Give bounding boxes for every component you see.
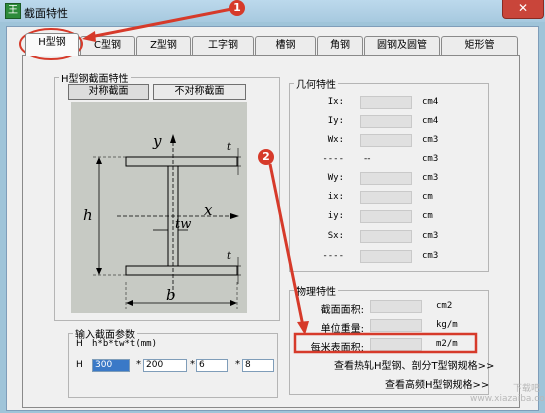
callout-2-arrow bbox=[268, 163, 305, 327]
callout-2-badge: 2 bbox=[258, 149, 274, 165]
annotation-overlay bbox=[19, 7, 478, 354]
callout-1-arrowhead bbox=[82, 31, 96, 42]
watermark-line-1: 下载吧 bbox=[512, 384, 540, 394]
watermark: 下载吧 www.xiazaiba.com bbox=[470, 384, 545, 404]
surface-area-highlight-box bbox=[293, 332, 478, 354]
callout-1-arrow bbox=[89, 7, 233, 39]
tab-h-steel[interactable]: H型钢 bbox=[25, 33, 79, 56]
watermark-line-2: www.xiazaiba.com bbox=[470, 394, 545, 404]
callout-1-badge: 1 bbox=[229, 0, 245, 16]
